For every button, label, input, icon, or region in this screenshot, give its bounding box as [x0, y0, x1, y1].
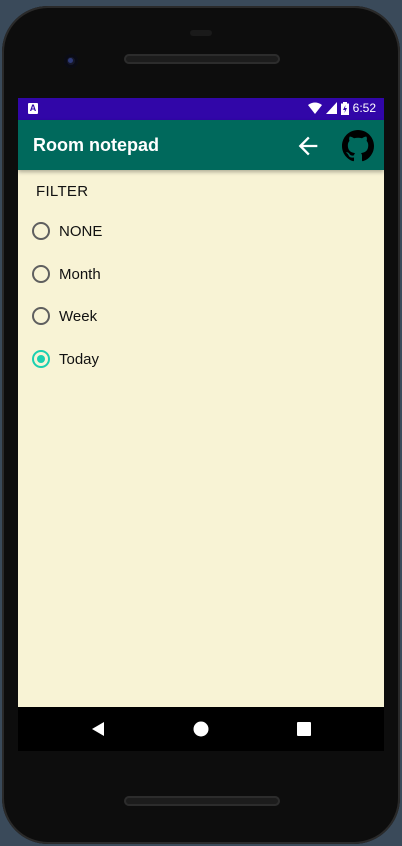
home-circle-icon[interactable] — [193, 721, 209, 737]
system-nav-bar — [18, 707, 384, 751]
radio-unchecked-icon[interactable] — [32, 222, 50, 240]
radio-option-week[interactable]: Week — [32, 307, 97, 325]
recents-square-icon[interactable] — [297, 722, 311, 736]
wifi-icon — [307, 102, 322, 114]
radio-unchecked-icon[interactable] — [32, 307, 50, 325]
radio-label: Week — [59, 307, 98, 325]
app-title: Room notepad — [33, 135, 159, 155]
status-icons: 6:52 — [307, 101, 376, 115]
app-bar: Room notepad — [18, 120, 384, 170]
screen: A 6:52 Room notepad FILTER NONE Month We… — [18, 98, 384, 707]
github-icon[interactable] — [342, 130, 374, 162]
front-camera — [64, 54, 78, 68]
radio-option-month[interactable]: Month — [32, 265, 101, 283]
radio-label: Today — [59, 350, 100, 368]
radio-label: Month — [59, 265, 101, 283]
earpiece-speaker — [124, 54, 280, 64]
proximity-sensor — [190, 30, 212, 36]
back-triangle-icon[interactable] — [91, 721, 105, 737]
status-bar: A 6:52 — [18, 98, 384, 120]
bottom-speaker — [124, 796, 280, 806]
radio-unchecked-icon[interactable] — [32, 265, 50, 283]
back-arrow-icon[interactable] — [294, 132, 322, 160]
radio-checked-icon[interactable] — [32, 350, 50, 368]
status-time: 6:52 — [352, 101, 376, 115]
radio-option-none[interactable]: NONE — [32, 222, 102, 240]
notification-icon: A — [28, 103, 38, 114]
filter-heading: FILTER — [36, 183, 89, 200]
battery-icon — [340, 101, 349, 115]
signal-icon — [325, 102, 337, 114]
radio-label: NONE — [59, 222, 103, 240]
radio-option-today[interactable]: Today — [32, 350, 99, 368]
